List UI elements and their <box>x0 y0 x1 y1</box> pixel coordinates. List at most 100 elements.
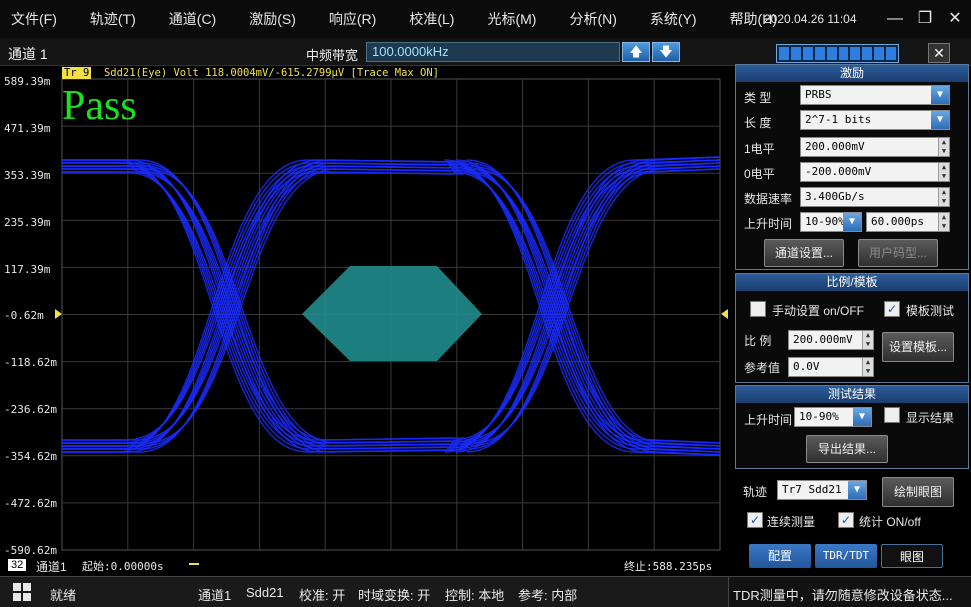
status-param: Sdd21 <box>246 585 284 600</box>
menu-stimulus[interactable]: 激励(S) <box>249 9 296 29</box>
eye-trace <box>135 168 326 444</box>
eye-trace <box>119 162 310 450</box>
side-panel: 激励 类 型 PRBS ▼ 长 度 2^7-1 bits ▼ 1电平 200.000… <box>735 64 969 576</box>
channel-settings-button[interactable]: 通道设置... <box>764 239 844 267</box>
stop-time: 终止:588.235ps <box>624 560 713 573</box>
status-cal: 校准: 开 <box>299 588 346 603</box>
progress-bar <box>776 44 899 63</box>
restore-button[interactable]: ❐ <box>912 6 938 32</box>
menu-analysis[interactable]: 分析(N) <box>569 9 616 29</box>
export-results-button[interactable]: 导出结果... <box>806 435 888 463</box>
manual-checkbox[interactable] <box>750 301 766 317</box>
y-axis-label: -472.62m <box>4 497 57 510</box>
continuous-checkbox[interactable]: ✓ <box>747 512 763 528</box>
y-axis-label: -590.62m <box>4 544 57 557</box>
trace-tag: Tr 9 <box>62 67 92 79</box>
rise-time-label: 上升时间 <box>744 217 793 231</box>
one-level-label: 1电平 <box>744 142 775 156</box>
user-pattern-button[interactable]: 用户码型... <box>858 239 938 267</box>
result-rise-select[interactable]: 10-90% ▼ <box>794 407 872 427</box>
ref-marker-right-icon <box>721 309 728 319</box>
spinner-icon[interactable]: ▲ ▼ <box>938 213 949 231</box>
menu-system[interactable]: 系统(Y) <box>650 9 697 29</box>
close-window-button[interactable]: ✕ <box>942 6 968 32</box>
y-axis-label: 235.39m <box>4 216 51 229</box>
menu-trace[interactable]: 轨迹(T) <box>90 9 136 29</box>
mask-test-checkbox[interactable]: ✓ <box>884 301 900 317</box>
menu-calibration[interactable]: 校准(L) <box>409 9 454 29</box>
eye-diagram-svg <box>55 78 728 551</box>
spinner-icon[interactable]: ▲ ▼ <box>862 331 873 349</box>
one-level-input[interactable]: 200.000mV ▲ ▼ <box>800 137 950 157</box>
start-menu-icon[interactable] <box>13 583 31 601</box>
minimize-button[interactable]: — <box>882 6 908 32</box>
ratio-input[interactable]: 200.000mV ▲ ▼ <box>788 330 874 350</box>
tab-eye[interactable]: 眼图 <box>881 544 943 568</box>
eye-trace <box>453 171 644 441</box>
tab-config[interactable]: 配置 <box>749 544 811 568</box>
menu-marker[interactable]: 光标(M) <box>487 9 536 29</box>
spinner-icon[interactable]: ▲ ▼ <box>938 138 949 156</box>
eye-trace <box>121 165 313 447</box>
menu-channel[interactable]: 通道(C) <box>169 9 216 29</box>
type-select[interactable]: PRBS ▼ <box>800 85 950 105</box>
if-bandwidth-input[interactable]: 100.0000kHz <box>366 42 620 62</box>
trace-label: Tr 9 Sdd21(Eye) Volt 118.0004mV/-615.279… <box>62 67 439 79</box>
pass-indicator: Pass <box>62 83 137 129</box>
eye-trace <box>132 165 324 447</box>
trace-select-label: 轨迹 <box>743 485 768 499</box>
arrow-down-icon[interactable]: 🡇 <box>652 42 680 62</box>
eye-trace <box>451 168 642 444</box>
zero-level-input[interactable]: -200.000mV ▲ ▼ <box>800 162 950 182</box>
rise-mode-value: 10-90% <box>805 215 845 228</box>
ref-marker-left-icon <box>55 309 62 319</box>
trace-text: Sdd21(Eye) Volt 118.0004mV/-615.2799μV [… <box>103 67 439 79</box>
set-mask-button[interactable]: 设置模板... <box>882 332 954 362</box>
show-result-label: 显示结果 <box>906 411 955 425</box>
mask-test-label: 模板测试 <box>906 304 955 318</box>
y-axis-label: 117.39m <box>4 263 51 276</box>
chevron-down-icon: ▼ <box>931 86 949 104</box>
one-level-value: 200.000mV <box>805 140 865 153</box>
stats-checkbox[interactable]: ✓ <box>838 512 854 528</box>
start-time: 起始:0.00000s <box>82 560 164 573</box>
type-label: 类 型 <box>744 91 772 105</box>
length-value: 2^7-1 bits <box>805 113 872 126</box>
ref-input[interactable]: 0.0V ▲ ▼ <box>788 357 874 377</box>
data-rate-input[interactable]: 3.400Gb/s ▲ ▼ <box>800 187 950 207</box>
eye-diagram-plot[interactable] <box>0 66 730 576</box>
menu-file[interactable]: 文件(F) <box>11 9 57 29</box>
continuous-label: 连续测量 <box>767 515 816 529</box>
stimulus-title: 激励 <box>736 65 968 82</box>
close-panel-button[interactable]: ✕ <box>928 43 950 63</box>
eye-trace <box>130 162 321 450</box>
status-ref: 参考: 内部 <box>518 588 578 603</box>
show-result-checkbox[interactable] <box>884 407 900 423</box>
y-axis-label: -118.62m <box>4 356 57 369</box>
rise-mode-select[interactable]: 10-90% ▼ <box>800 212 862 232</box>
trace-select[interactable]: Tr7 Sdd21 ▼ <box>777 480 867 500</box>
ratio-value: 200.000mV <box>793 333 853 346</box>
menu-response[interactable]: 响应(R) <box>329 9 376 29</box>
stimulus-section: 激励 类 型 PRBS ▼ 长 度 2^7-1 bits ▼ 1电平 200.000… <box>735 64 969 270</box>
trace-select-value: Tr7 Sdd21 <box>782 483 842 496</box>
plot-channel-name: 通道1 <box>36 560 67 574</box>
status-time-domain: 时域变换: 开 <box>358 588 431 603</box>
eye-mask <box>302 266 482 361</box>
arrow-up-icon[interactable]: 🡅 <box>622 42 650 62</box>
spinner-icon[interactable]: ▲ ▼ <box>938 188 949 206</box>
rise-time-value: 60.000ps <box>871 215 924 228</box>
eye-trace <box>146 168 337 444</box>
tab-tdr[interactable]: TDR/TDT <box>815 544 877 568</box>
eye-trace <box>457 162 648 450</box>
type-value: PRBS <box>805 88 832 101</box>
eye-trace <box>464 171 655 441</box>
spinner-icon[interactable]: ▲ ▼ <box>862 358 873 376</box>
draw-eye-button[interactable]: 绘制眼图 <box>882 477 954 507</box>
spinner-icon[interactable]: ▲ ▼ <box>938 163 949 181</box>
chevron-down-icon: ▼ <box>853 408 871 426</box>
rise-time-input[interactable]: 60.000ps ▲ ▼ <box>866 212 950 232</box>
if-bandwidth-label: 中频带宽 <box>306 48 359 63</box>
length-select[interactable]: 2^7-1 bits ▼ <box>800 110 950 130</box>
eye-trace <box>470 165 662 447</box>
